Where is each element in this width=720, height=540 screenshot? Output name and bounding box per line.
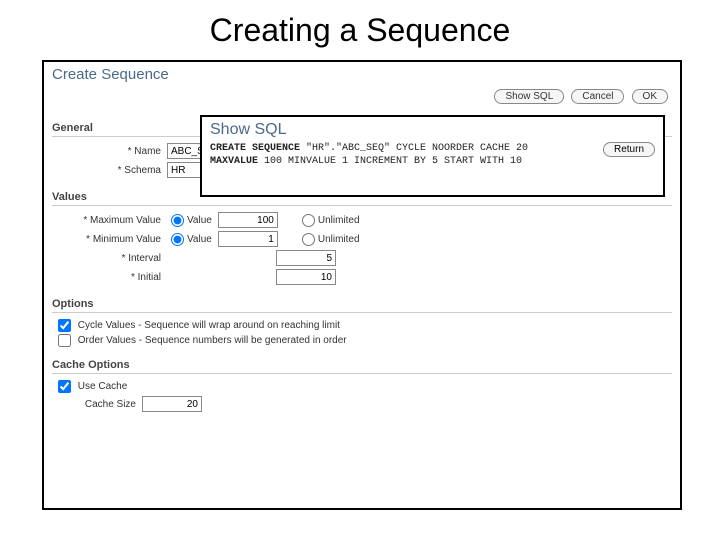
order-label: Order Values - Sequence numbers will be … <box>78 335 347 346</box>
schema-label: * Schema <box>52 165 167 176</box>
max-unlimited-label: Unlimited <box>318 215 360 226</box>
cancel-button[interactable]: Cancel <box>571 89 624 104</box>
options-heading: Options <box>52 288 672 313</box>
initial-label: * Initial <box>52 272 167 283</box>
initial-input[interactable] <box>276 269 336 285</box>
cache-size-input[interactable] <box>142 396 202 412</box>
use-cache-checkbox[interactable] <box>58 380 71 393</box>
max-value-radio[interactable] <box>171 214 184 227</box>
max-value-radio-label: Value <box>187 215 212 226</box>
cycle-label: Cycle Values - Sequence will wrap around… <box>78 320 340 331</box>
min-label: * Minimum Value <box>52 234 167 245</box>
return-button[interactable]: Return <box>603 142 655 157</box>
min-value-radio-label: Value <box>187 234 212 245</box>
min-unlimited-radio[interactable] <box>302 233 315 246</box>
cache-heading: Cache Options <box>52 349 672 374</box>
min-value-input[interactable] <box>218 231 278 247</box>
max-value-input[interactable] <box>218 212 278 228</box>
cycle-checkbox[interactable] <box>58 319 71 332</box>
max-label: * Maximum Value <box>52 215 167 226</box>
action-buttons: Show SQL Cancel OK <box>52 89 668 104</box>
max-unlimited-radio[interactable] <box>302 214 315 227</box>
slide-title: Creating a Sequence <box>0 0 720 57</box>
interval-label: * Interval <box>52 253 167 264</box>
use-cache-label: Use Cache <box>78 381 127 392</box>
overlay-title: Show SQL <box>210 121 655 139</box>
show-sql-overlay: Show SQL Return CREATE SEQUENCE "HR"."AB… <box>200 115 665 197</box>
sql-text: CREATE SEQUENCE "HR"."ABC_SEQ" CYCLE NOO… <box>210 143 655 168</box>
min-value-radio[interactable] <box>171 233 184 246</box>
sql-line1-rest: "HR"."ABC_SEQ" CYCLE NOORDER CACHE 20 <box>300 143 528 154</box>
interval-input[interactable] <box>276 250 336 266</box>
show-sql-button[interactable]: Show SQL <box>494 89 564 104</box>
sql-kw-create: CREATE SEQUENCE <box>210 143 300 154</box>
order-checkbox[interactable] <box>58 334 71 347</box>
name-label: * Name <box>52 146 167 157</box>
sql-line2-rest: 100 MINVALUE 1 INCREMENT BY 5 START WITH… <box>258 156 522 167</box>
page-title: Create Sequence <box>52 66 672 83</box>
sql-kw-maxvalue: MAXVALUE <box>210 156 258 167</box>
ok-button[interactable]: OK <box>632 89 668 104</box>
cache-size-label: Cache Size <box>52 399 142 410</box>
min-unlimited-label: Unlimited <box>318 234 360 245</box>
